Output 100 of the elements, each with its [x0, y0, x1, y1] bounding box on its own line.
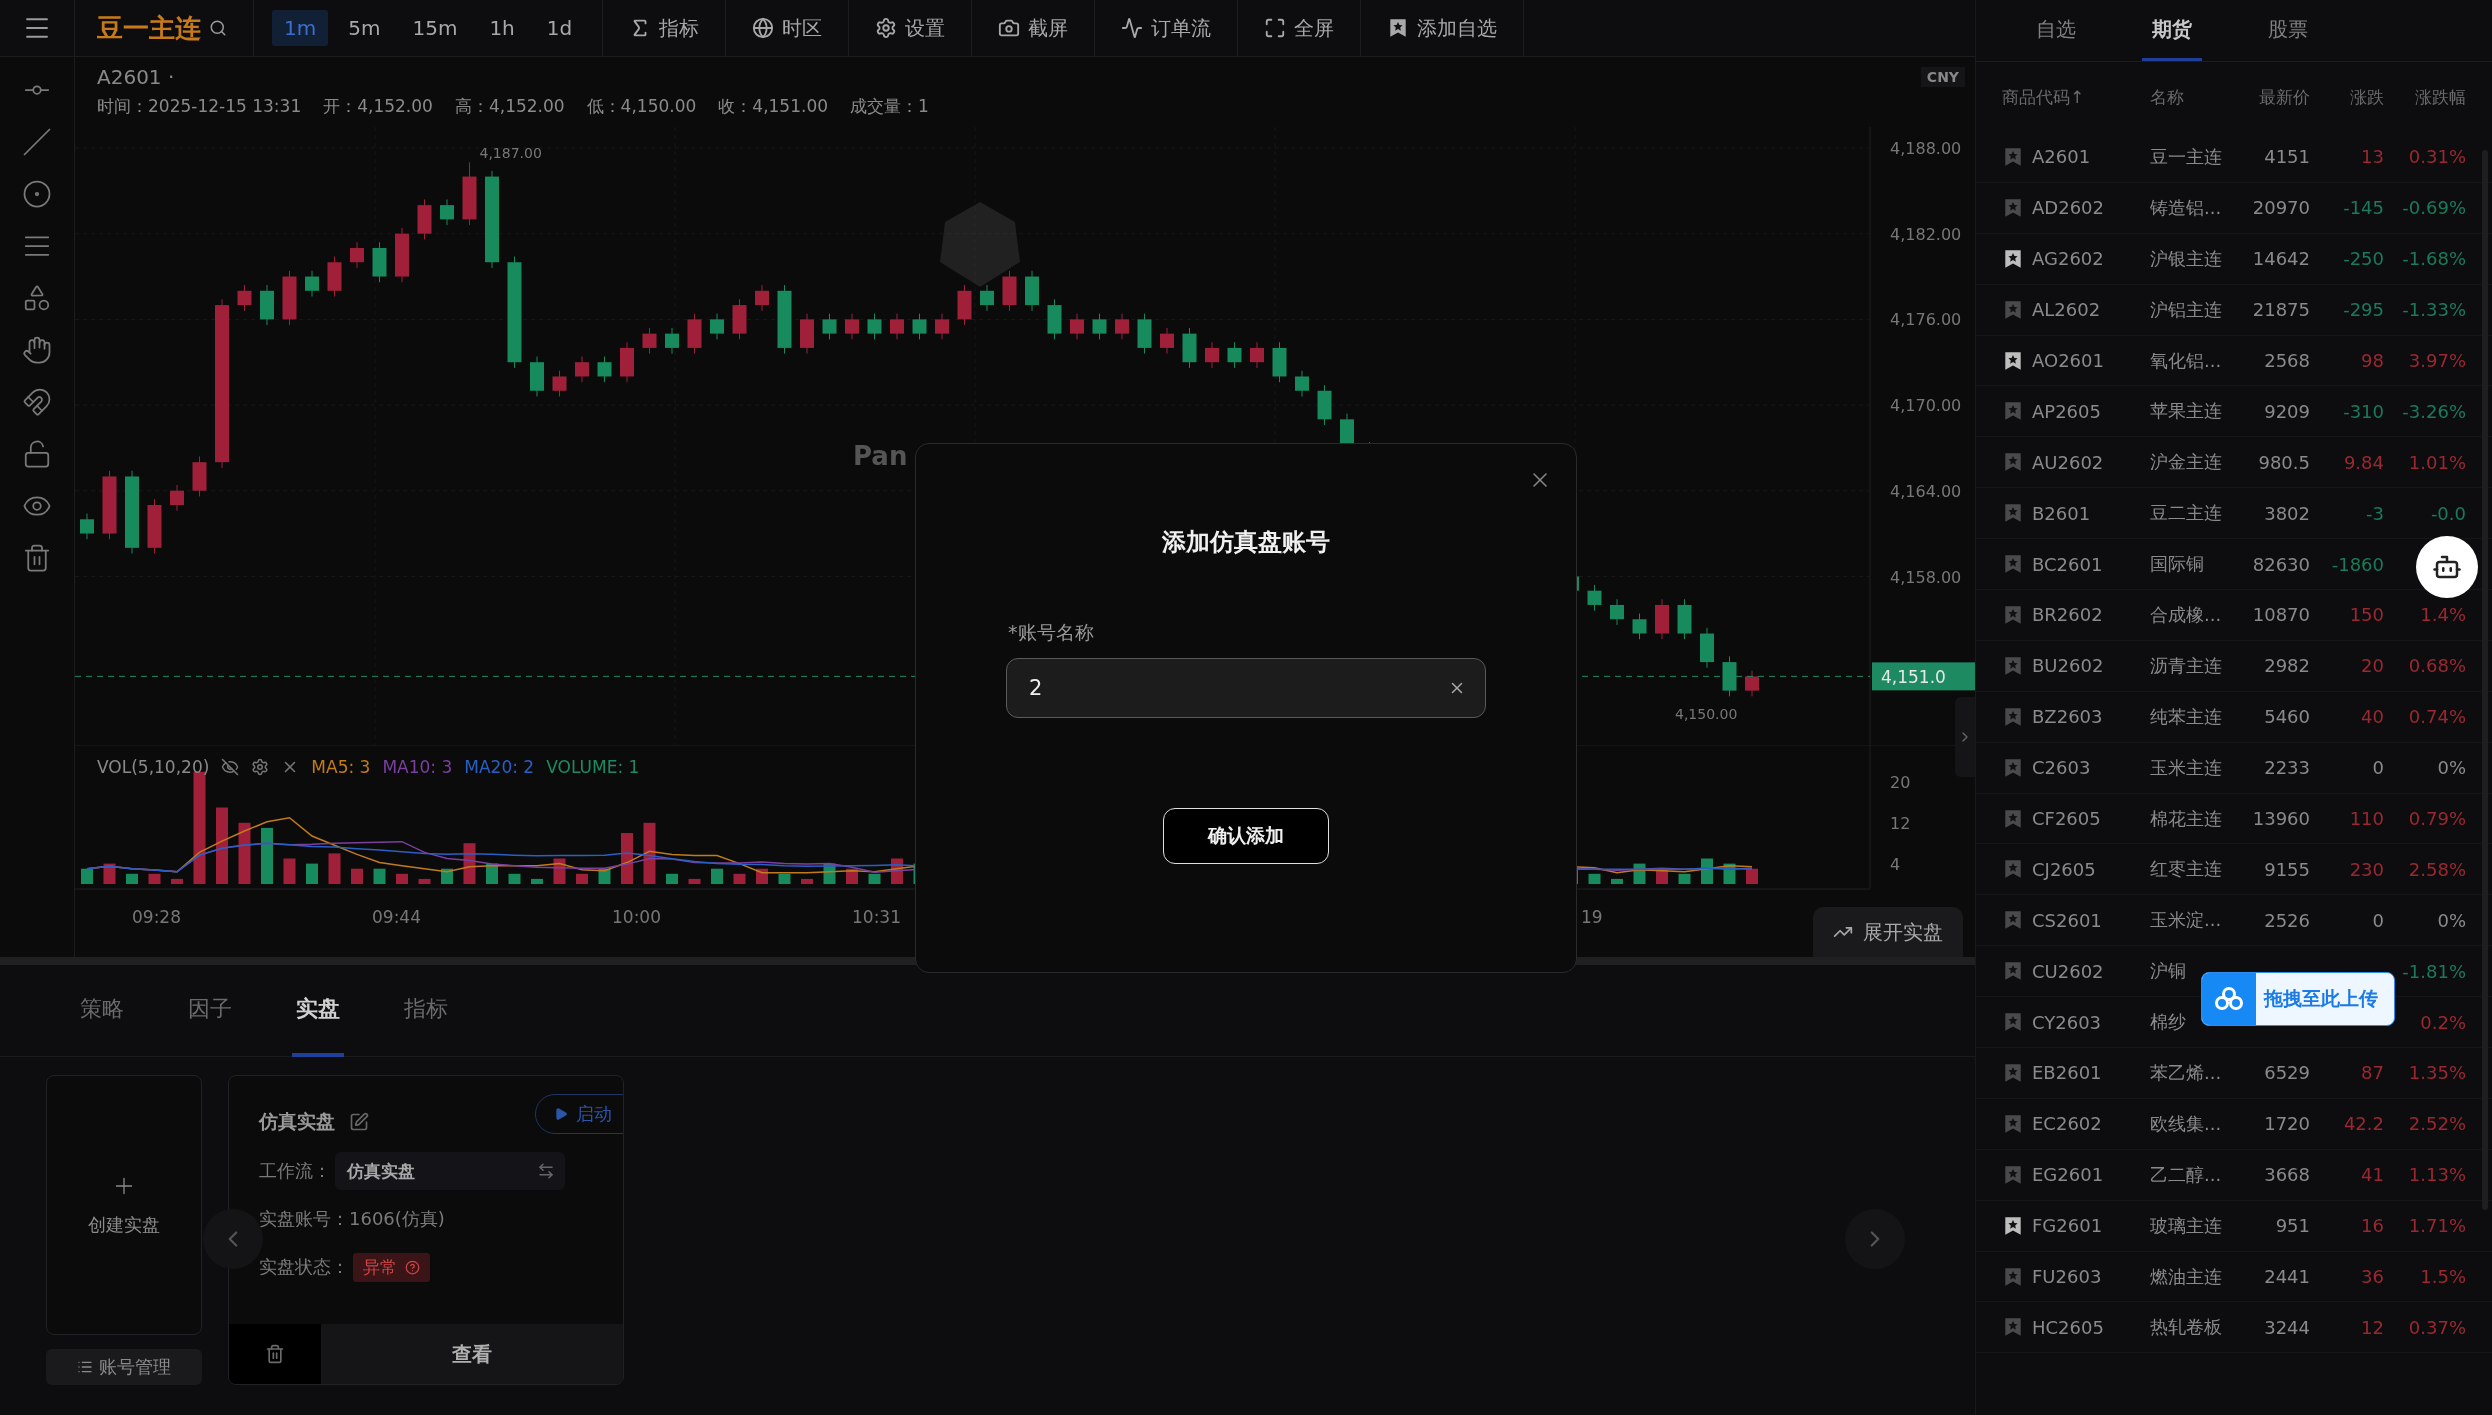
- hide-icon[interactable]: [221, 758, 240, 776]
- price-label: 4,170.00: [1890, 396, 1962, 416]
- bookmark-star-icon[interactable]: [2002, 654, 2024, 677]
- price-value: 6529: [2263, 1062, 2310, 1084]
- magnet-icon[interactable]: [22, 387, 52, 417]
- expand-button[interactable]: 展开实盘: [1813, 907, 1963, 957]
- volume-label: 12: [1890, 814, 1911, 833]
- confirm-button[interactable]: 确认添加: [1163, 808, 1329, 864]
- bookmark-star-icon[interactable]: [2002, 1316, 2024, 1339]
- bookmark-star-icon[interactable]: [2002, 553, 2024, 576]
- bookmark-star-icon[interactable]: [2002, 756, 2024, 779]
- settings-icon: [875, 17, 898, 39]
- percent-value: 0%: [2436, 757, 2466, 779]
- panel-tab[interactable]: 策略: [76, 964, 128, 1057]
- bookmark-star-icon[interactable]: [2002, 247, 2024, 270]
- search-icon[interactable]: [209, 19, 227, 37]
- bookmark-star-icon[interactable]: [2002, 451, 2024, 474]
- bookmark-star-icon[interactable]: [2002, 1061, 2024, 1084]
- dialog-title: 添加仿真盘账号: [1162, 527, 1330, 558]
- toolbar-button[interactable]: 全屏: [1238, 0, 1362, 57]
- settings-icon[interactable]: [251, 758, 270, 776]
- help-icon[interactable]: [405, 1259, 420, 1275]
- bookmark-star-icon[interactable]: [2002, 909, 2024, 932]
- market-tab[interactable]: 期货: [2142, 0, 2202, 61]
- time-label: 19: [1581, 907, 1603, 927]
- change-value: 0: [2371, 909, 2384, 931]
- circle-icon[interactable]: [22, 179, 52, 209]
- upload-badge[interactable]: 拖拽至此上传: [2201, 972, 2395, 1026]
- bookmark-star-icon[interactable]: [2002, 298, 2024, 321]
- workflow-select[interactable]: 仿真实盘: [335, 1152, 565, 1190]
- trend-line-icon[interactable]: [22, 127, 52, 157]
- bookmark-star-icon[interactable]: [2002, 705, 2024, 728]
- interval-tab[interactable]: 5m: [336, 10, 393, 46]
- symbol-code: FU2603: [2032, 1266, 2103, 1288]
- price-value: 2526: [2263, 909, 2310, 931]
- ohlc-value: 成交量：1: [850, 95, 929, 118]
- toolbar-button[interactable]: 添加自选: [1361, 0, 1525, 57]
- shapes-icon[interactable]: [22, 283, 52, 313]
- delete-button[interactable]: [229, 1324, 321, 1384]
- market-tab[interactable]: 股票: [2258, 0, 2318, 61]
- percent-value: -1.68%: [2401, 248, 2466, 270]
- symbol-code: B2601: [2032, 502, 2092, 524]
- bookmark-star-icon[interactable]: [2002, 807, 2024, 830]
- percent-value: 1.5%: [2419, 1266, 2466, 1288]
- bookmark-star-icon[interactable]: [2002, 1214, 2024, 1237]
- bookmark-star-icon[interactable]: [2002, 196, 2024, 219]
- unlock-icon[interactable]: [22, 439, 52, 469]
- watchlist-row[interactable]: FU2603 燃油主连 2441 36 1.5%: [1976, 1251, 2492, 1303]
- toolbar-button[interactable]: 设置: [849, 0, 973, 57]
- hand-icon[interactable]: [22, 335, 52, 365]
- bookmark-star-icon[interactable]: [2002, 1265, 2024, 1288]
- legend-item: MA10: 3: [382, 757, 453, 777]
- symbol-name: 玉米淀...: [2150, 908, 2223, 933]
- account-button[interactable]: 账号管理: [46, 1349, 202, 1385]
- bookmark-star-icon[interactable]: [2002, 1163, 2024, 1186]
- input-field[interactable]: 2: [1006, 658, 1486, 718]
- card-title: 仿真实盘: [259, 1109, 335, 1134]
- panel-tab[interactable]: 指标: [400, 964, 452, 1057]
- bookmark-star-icon[interactable]: [2002, 400, 2024, 423]
- bookmark-star-icon[interactable]: [2002, 145, 2024, 168]
- toolbar-button[interactable]: 截屏: [972, 0, 1096, 57]
- change-value: -1860: [2330, 553, 2384, 575]
- bookmark-star-icon[interactable]: [2002, 502, 2024, 525]
- bookmark-star-icon[interactable]: [2002, 960, 2024, 983]
- create-card[interactable]: 创建实盘: [46, 1075, 202, 1335]
- bookmark-star-icon[interactable]: [2002, 349, 2024, 372]
- panel-tab[interactable]: 因子: [184, 964, 236, 1057]
- watchlist-row[interactable]: FG2601 玻璃主连 951 16 1.71%: [1976, 1200, 2492, 1252]
- legend-item: VOLUME: 1: [546, 757, 640, 777]
- percent-value: -0.69%: [2401, 197, 2466, 219]
- bookmark-star-icon[interactable]: [2002, 858, 2024, 881]
- change-value: 42.2: [2342, 1113, 2384, 1135]
- symbol-name: 合成橡...: [2150, 602, 2223, 627]
- bookmark-star-icon[interactable]: [2002, 1112, 2024, 1135]
- symbol-name: 棉花主连: [2150, 806, 2223, 831]
- watermark-text: Pan: [853, 441, 908, 471]
- interval-tab[interactable]: 1h: [477, 10, 527, 46]
- edit-icon[interactable]: [349, 1112, 369, 1132]
- toolbar-button[interactable]: 时区: [726, 0, 850, 57]
- toolbar-button[interactable]: 指标: [603, 0, 727, 57]
- interval-tab[interactable]: 1m: [272, 10, 329, 46]
- watchlist-row[interactable]: HC2605 热轧卷板 3244 12 0.37%: [1976, 1302, 2492, 1354]
- symbol-code: CJ2605: [2032, 858, 2097, 880]
- change-value: -250: [2342, 248, 2384, 270]
- symbol-title[interactable]: 豆一主连: [97, 10, 201, 46]
- bookmark-star-icon[interactable]: [2002, 1011, 2024, 1034]
- panel-tab[interactable]: 实盘: [292, 964, 344, 1057]
- collapse-handle[interactable]: [1955, 697, 1975, 777]
- interval-tab[interactable]: 15m: [400, 10, 470, 46]
- last-price-tag: 4,151.0: [1872, 662, 1975, 691]
- time-label: 10:00: [612, 907, 661, 927]
- bookmark-star-icon[interactable]: [2002, 603, 2024, 626]
- toolbar-button[interactable]: 订单流: [1095, 0, 1239, 57]
- percent-value: -1.33%: [2401, 299, 2466, 321]
- interval-tab[interactable]: 1d: [534, 10, 585, 46]
- symbol-code: AO2601: [2032, 350, 2105, 371]
- trash-icon[interactable]: [22, 543, 52, 573]
- market-tab[interactable]: 自选: [2026, 0, 2086, 61]
- price-value: 5460: [2263, 706, 2310, 728]
- view-button[interactable]: 查看: [321, 1324, 623, 1384]
